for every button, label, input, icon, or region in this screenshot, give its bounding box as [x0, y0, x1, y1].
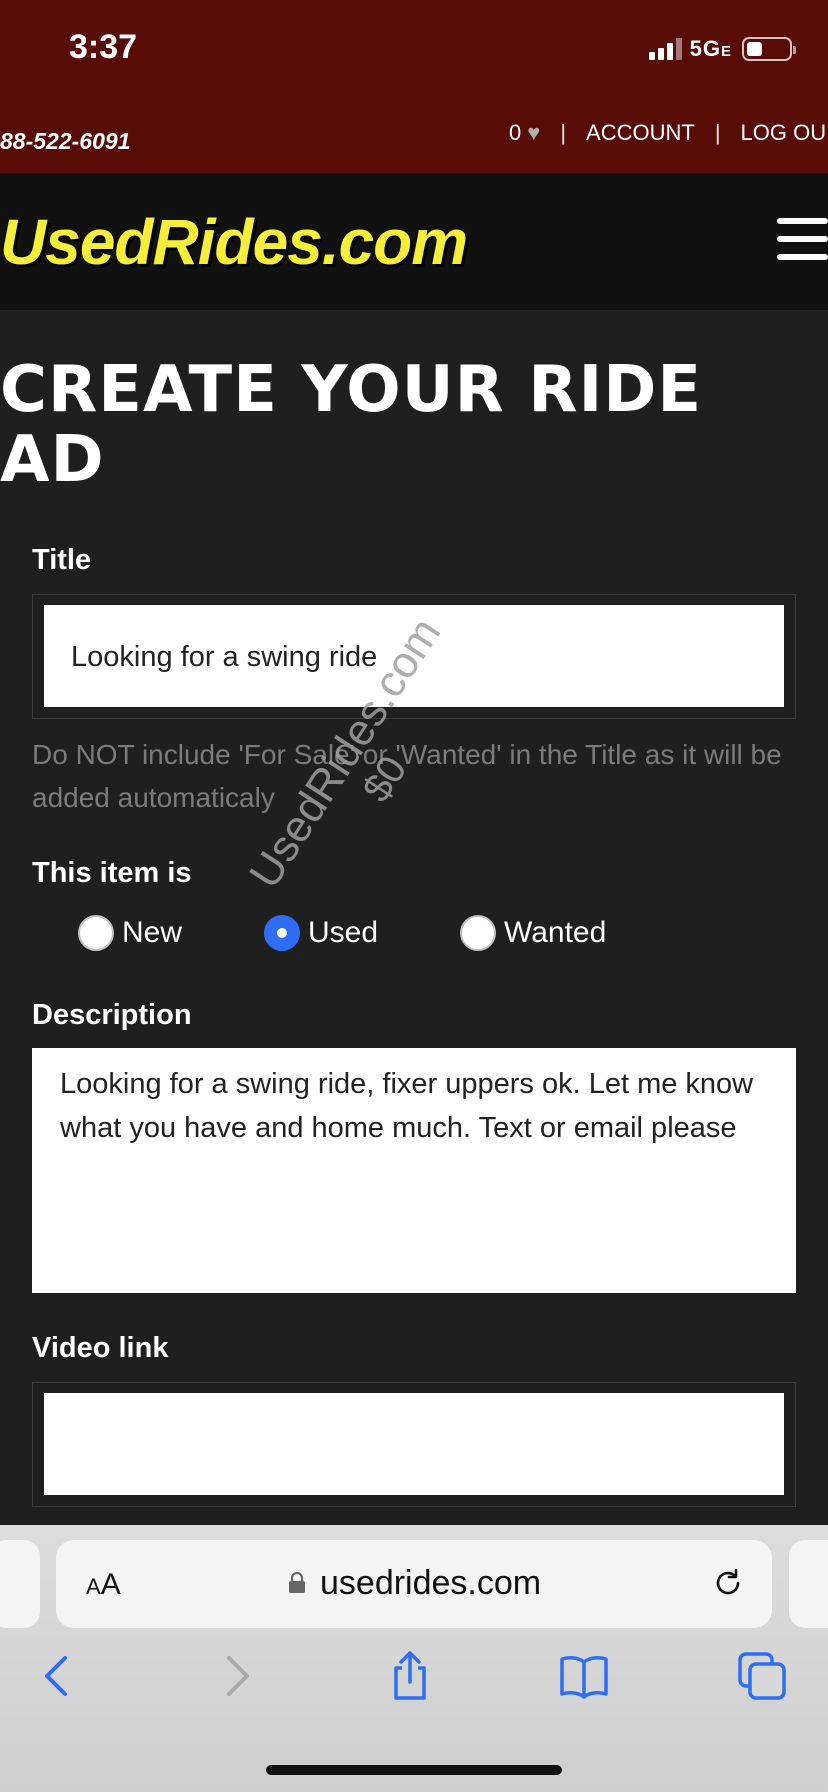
page-title-line2: AD: [0, 423, 105, 497]
radio-new-circle[interactable]: [78, 915, 114, 951]
condition-radio-group: New Used Wanted: [0, 913, 828, 963]
title-label: Title: [32, 544, 92, 576]
description-label: Description: [32, 999, 192, 1031]
bookmarks-icon[interactable]: [558, 1650, 610, 1702]
separator: |: [714, 120, 721, 145]
site-logo[interactable]: UsedRides.com: [0, 205, 468, 279]
battery-icon: [742, 37, 796, 61]
forward-icon[interactable]: [210, 1650, 262, 1702]
cellular-signal-icon: [648, 38, 682, 60]
radio-used-label: Used: [308, 916, 379, 949]
title-input[interactable]: Looking for a swing ride: [44, 605, 784, 707]
phone-number-link[interactable]: 88-522-6091: [0, 128, 130, 155]
separator: |: [560, 120, 567, 145]
title-input-value: Looking for a swing ride: [71, 641, 378, 673]
radio-used-circle[interactable]: [264, 915, 300, 951]
lock-icon: [289, 1572, 305, 1593]
radio-new[interactable]: New: [78, 915, 182, 951]
share-icon[interactable]: [384, 1650, 436, 1702]
back-icon[interactable]: [32, 1650, 84, 1702]
favorites-link[interactable]: 0 ♥: [509, 120, 540, 146]
video-link-input[interactable]: [44, 1393, 784, 1495]
logout-link[interactable]: LOG OU: [741, 120, 827, 146]
menu-icon[interactable]: [777, 218, 828, 260]
page-title: CREATE YOUR RIDE AD: [0, 355, 800, 495]
heart-icon: ♥: [527, 120, 541, 145]
status-indicators: 5GE: [648, 36, 796, 62]
reload-icon[interactable]: [711, 1566, 745, 1600]
condition-label: This item is: [32, 857, 192, 889]
title-hint: Do NOT include 'For Sale' or 'Wanted' in…: [32, 739, 782, 813]
radio-wanted-label: Wanted: [504, 916, 607, 949]
battery-level: [747, 42, 762, 56]
account-links: 0 ♥ | ACCOUNT | LOG OU: [509, 120, 826, 146]
network-type: 5GE: [689, 36, 732, 61]
tabs-icon[interactable]: [736, 1650, 788, 1702]
favorites-count: 0: [509, 120, 522, 145]
account-link[interactable]: ACCOUNT: [586, 120, 695, 146]
radio-new-label: New: [122, 916, 183, 949]
status-time: 3:37: [69, 28, 138, 66]
previous-tab-peek[interactable]: [0, 1540, 40, 1628]
radio-wanted-circle[interactable]: [460, 915, 496, 951]
radio-wanted[interactable]: Wanted: [460, 915, 606, 951]
url-text: usedrides.com: [320, 1564, 542, 1602]
radio-used[interactable]: Used: [264, 915, 378, 951]
address-bar[interactable]: AA usedrides.com: [56, 1540, 772, 1628]
page-title-line1: CREATE YOUR RIDE: [0, 353, 703, 427]
text-size-button[interactable]: AA: [86, 1568, 121, 1602]
home-indicator[interactable]: [266, 1765, 562, 1775]
next-tab-peek[interactable]: [789, 1540, 828, 1628]
video-link-label: Video link: [32, 1332, 169, 1364]
description-textarea[interactable]: Looking for a swing ride, fixer uppers o…: [32, 1048, 796, 1293]
